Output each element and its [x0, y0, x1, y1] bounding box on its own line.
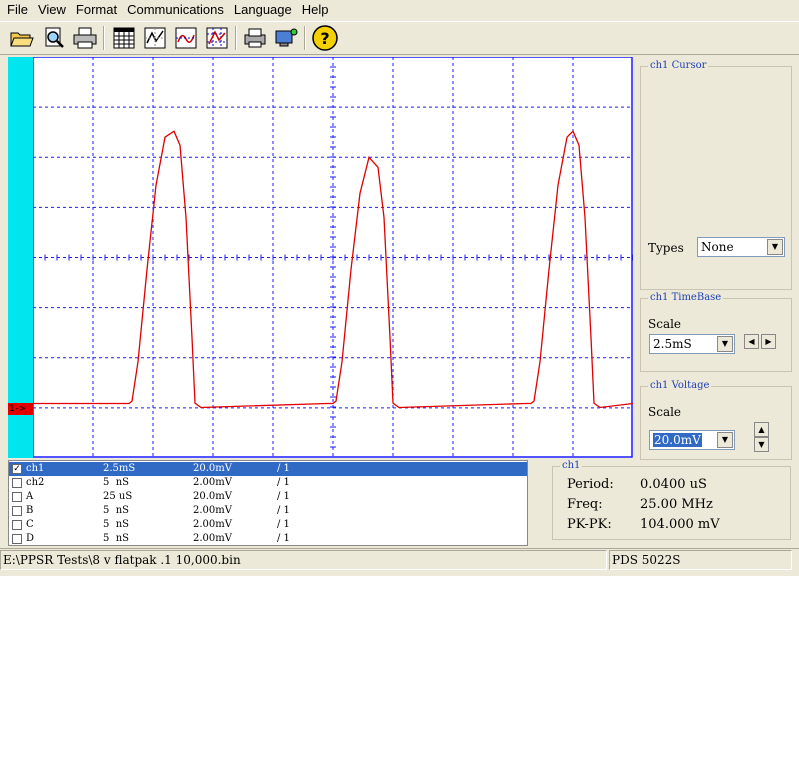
channel-checkbox[interactable] — [12, 520, 22, 530]
channel-name: ch2 — [26, 477, 45, 488]
timebase-panel-title: ch1 TimeBase — [648, 292, 724, 304]
channel-volt: 20.0mV — [193, 463, 232, 474]
channel-name: D — [26, 533, 35, 544]
channel-checkbox[interactable] — [12, 534, 22, 544]
period-label: Period: — [567, 477, 614, 492]
menu-format[interactable]: Format — [71, 0, 122, 20]
freq-value: 25.00 MHz — [640, 497, 713, 512]
pkpk-label: PK-PK: — [567, 517, 612, 532]
channel-probe: / 1 — [277, 533, 290, 544]
menu-file[interactable]: File — [2, 0, 33, 20]
menu-help[interactable]: Help — [297, 0, 334, 20]
channel-time: 5 nS — [103, 477, 130, 488]
channel-volt: 2.00mV — [193, 477, 232, 488]
channel-time: 5 nS — [103, 505, 130, 516]
help-icon[interactable]: ? — [312, 25, 338, 51]
channel-checkbox[interactable] — [12, 478, 22, 488]
cursor-panel-title: ch1 Cursor — [648, 60, 709, 72]
channel-probe: / 1 — [277, 519, 290, 530]
status-device: PDS 5022S — [609, 550, 792, 570]
toolbar-separator — [103, 26, 105, 50]
voltage-decrease-button[interactable]: ▼ — [754, 437, 769, 452]
timebase-increase-button[interactable]: ▶ — [761, 334, 776, 349]
period-value: 0.0400 uS — [640, 477, 707, 492]
svg-text:?: ? — [320, 29, 329, 48]
channel-row-ch1[interactable]: ✓ ch1 2.5mS 20.0mV / 1 — [9, 462, 527, 476]
channel-time: 25 uS — [103, 491, 133, 502]
timebase-scale-label: Scale — [648, 317, 682, 331]
waveform-edit-icon[interactable] — [142, 25, 168, 51]
voltage-scale-label: Scale — [648, 405, 682, 419]
chevron-down-icon[interactable]: ▼ — [717, 336, 733, 352]
menu-view[interactable]: View — [33, 0, 71, 20]
voltage-increase-button[interactable]: ▲ — [754, 422, 769, 437]
cursor-types-value: None — [701, 240, 734, 254]
channel-row-C[interactable]: C 5 nS 2.00mV / 1 — [9, 518, 527, 532]
measurement-title: ch1 — [560, 460, 583, 472]
channel-checkbox[interactable] — [12, 506, 22, 516]
status-file-path: E:\PPSR Tests\8 v flatpak .1 10,000.bin — [0, 550, 607, 570]
voltage-scale-select[interactable]: 20.0mV ▼ — [649, 430, 735, 450]
channel-time: 5 nS — [103, 533, 130, 544]
status-bar: E:\PPSR Tests\8 v flatpak .1 10,000.bin … — [0, 548, 799, 570]
scope-screen[interactable]: 1-> — [8, 57, 633, 458]
cursor-panel: ch1 Cursor Types None ▼ — [640, 60, 792, 290]
toolbar-separator — [304, 26, 306, 50]
waveform-display — [33, 57, 633, 458]
channel-probe: / 1 — [277, 491, 290, 502]
channel-volt: 2.00mV — [193, 505, 232, 516]
timebase-scale-value: 2.5mS — [653, 337, 692, 351]
menu-communications[interactable]: Communications — [122, 0, 229, 20]
toolbar-separator — [235, 26, 237, 50]
app-window: File View Format Communications Language… — [0, 0, 799, 576]
freq-label: Freq: — [567, 497, 603, 512]
timebase-scale-select[interactable]: 2.5mS ▼ — [649, 334, 735, 354]
connect-device-icon[interactable] — [273, 25, 299, 51]
cursor-types-select[interactable]: None ▼ — [697, 237, 785, 257]
types-label: Types — [648, 241, 684, 255]
timebase-decrease-button[interactable]: ◀ — [744, 334, 759, 349]
channel-volt: 2.00mV — [193, 533, 232, 544]
channel-name: C — [26, 519, 34, 530]
chevron-down-icon[interactable]: ▼ — [717, 432, 733, 448]
voltage-panel: ch1 Voltage Scale 20.0mV ▼ ▲ ▼ — [640, 380, 792, 460]
channel-name: ch1 — [26, 463, 45, 474]
toolbar: ? — [0, 21, 799, 55]
channel-probe: / 1 — [277, 463, 290, 474]
channel-row-A[interactable]: A 25 uS 20.0mV / 1 — [9, 490, 527, 504]
menu-bar: File View Format Communications Language… — [0, 0, 799, 20]
channel-list[interactable]: ✓ ch1 2.5mS 20.0mV / 1 ch2 5 nS 2.00mV / 1 A 25 uS… — [8, 460, 528, 546]
channel-name: A — [26, 491, 34, 502]
grid-icon[interactable] — [111, 25, 137, 51]
channel-level-marker[interactable]: 1-> — [8, 403, 33, 415]
pkpk-value: 104.000 mV — [640, 517, 720, 532]
measurement-panel: ch1 Period: 0.0400 uS Freq: 25.00 MHz PK… — [552, 460, 791, 540]
channel-volt: 20.0mV — [193, 491, 232, 502]
printer-icon[interactable] — [72, 25, 98, 51]
channel-time: 5 nS — [103, 519, 130, 530]
channel-row-D[interactable]: D 5 nS 2.00mV / 1 — [9, 532, 527, 545]
menu-language[interactable]: Language — [229, 0, 297, 20]
cursor-config-icon[interactable] — [204, 25, 230, 51]
open-folder-icon[interactable] — [9, 25, 35, 51]
channel-checkbox[interactable]: ✓ — [12, 464, 22, 474]
channel-strip — [8, 57, 33, 458]
print-screen-icon[interactable] — [242, 25, 268, 51]
channel-volt: 2.00mV — [193, 519, 232, 530]
channel-row-B[interactable]: B 5 nS 2.00mV / 1 — [9, 504, 527, 518]
channel-probe: / 1 — [277, 505, 290, 516]
print-preview-icon[interactable] — [41, 25, 67, 51]
channel-name: B — [26, 505, 34, 516]
measure-icon[interactable] — [173, 25, 199, 51]
voltage-panel-title: ch1 Voltage — [648, 380, 712, 392]
channel-probe: / 1 — [277, 477, 290, 488]
timebase-panel: ch1 TimeBase Scale 2.5mS ▼ ◀ ▶ — [640, 292, 792, 372]
channel-checkbox[interactable] — [12, 492, 22, 502]
chevron-down-icon[interactable]: ▼ — [767, 239, 783, 255]
voltage-scale-value: 20.0mV — [653, 433, 702, 447]
channel-time: 2.5mS — [103, 463, 136, 474]
channel-row-ch2[interactable]: ch2 5 nS 2.00mV / 1 — [9, 476, 527, 490]
